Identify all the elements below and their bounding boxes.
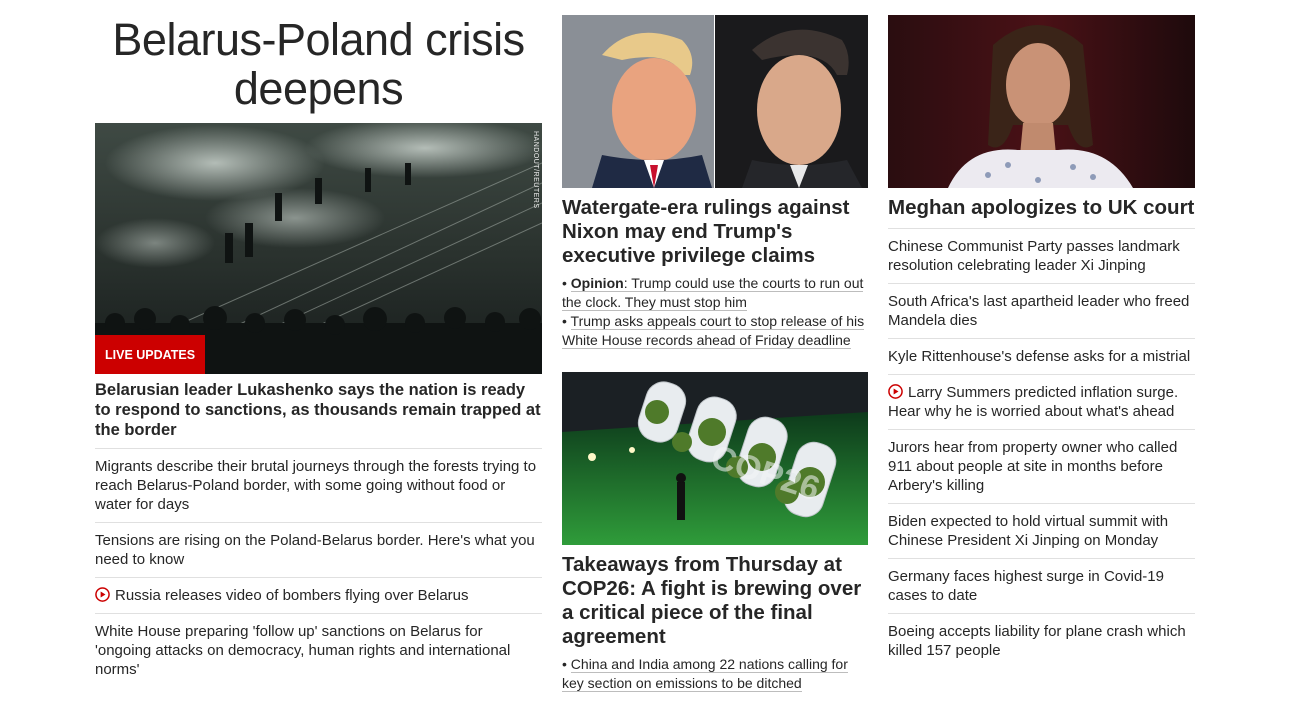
story-link[interactable]: Chinese Communist Party passes landmark … [888, 238, 1180, 274]
story-link[interactable]: White House preparing 'follow up' sancti… [95, 623, 510, 678]
list-item[interactable]: White House preparing 'follow up' sancti… [95, 614, 542, 687]
list-item[interactable]: Larry Summers predicted inflation surge.… [888, 375, 1195, 430]
lead-column: Belarus-Poland crisis deepens HANDOUT/RE… [95, 0, 542, 687]
right-column: Meghan apologizes to UK court Chinese Co… [888, 0, 1195, 668]
cop26-headline[interactable]: Takeaways from Thursday at COP26: A figh… [562, 545, 868, 649]
story-link[interactable]: Kyle Rittenhouse's defense asks for a mi… [888, 348, 1190, 365]
trump-nixon-photo[interactable] [562, 15, 868, 188]
banner-headline[interactable]: Belarus-Poland crisis deepens [95, 0, 542, 123]
list-item[interactable]: Germany faces highest surge in Covid-19 … [888, 559, 1195, 614]
middle-column: Watergate-era rulings against Nixon may … [562, 0, 868, 693]
story-link[interactable]: Boeing accepts liability for plane crash… [888, 623, 1186, 659]
related-link[interactable]: • Opinion: Trump could use the courts to… [562, 274, 868, 312]
live-updates-badge[interactable]: LIVE UPDATES [95, 335, 206, 374]
watergate-related-list: • Opinion: Trump could use the courts to… [562, 274, 868, 350]
list-item[interactable]: Russia releases video of bombers flying … [95, 578, 542, 614]
watergate-headline[interactable]: Watergate-era rulings against Nixon may … [562, 188, 868, 268]
story-link[interactable]: Tensions are rising on the Poland-Belaru… [95, 532, 535, 568]
story-link[interactable]: Biden expected to hold virtual summit wi… [888, 513, 1168, 549]
lead-story-list: Migrants describe their brutal journeys … [95, 449, 542, 687]
list-item[interactable]: Boeing accepts liability for plane crash… [888, 614, 1195, 668]
list-item[interactable]: South Africa's last apartheid leader who… [888, 284, 1195, 339]
opinion-label: Opinion [570, 275, 624, 291]
list-item[interactable]: Tensions are rising on the Poland-Belaru… [95, 523, 542, 578]
photo-credit: HANDOUT/REUTERS [532, 131, 539, 209]
related-link[interactable]: • Trump asks appeals court to stop relea… [562, 312, 868, 350]
cop26-photo[interactable]: COP26 [562, 372, 868, 545]
related-link[interactable]: • China and India among 22 nations calli… [562, 655, 868, 693]
story-link[interactable]: Larry Summers predicted inflation surge.… [888, 384, 1178, 420]
right-story-list: Chinese Communist Party passes landmark … [888, 229, 1195, 668]
story-link[interactable]: Migrants describe their brutal journeys … [95, 458, 536, 513]
lead-headline[interactable]: Belarusian leader Lukashenko says the na… [95, 374, 542, 449]
story-link[interactable]: Germany faces highest surge in Covid-19 … [888, 568, 1164, 604]
list-item[interactable]: Kyle Rittenhouse's defense asks for a mi… [888, 339, 1195, 375]
cop26-related-list: • China and India among 22 nations calli… [562, 655, 868, 693]
border-crisis-photo[interactable]: HANDOUT/REUTERS LIVE UPDATES [95, 123, 542, 374]
story-link[interactable]: Jurors hear from property owner who call… [888, 439, 1177, 494]
list-item[interactable]: Migrants describe their brutal journeys … [95, 449, 542, 523]
list-item[interactable]: Chinese Communist Party passes landmark … [888, 229, 1195, 284]
meghan-headline[interactable]: Meghan apologizes to UK court [888, 188, 1195, 229]
list-item[interactable]: Biden expected to hold virtual summit wi… [888, 504, 1195, 559]
story-link[interactable]: South Africa's last apartheid leader who… [888, 293, 1189, 329]
story-link[interactable]: Russia releases video of bombers flying … [115, 587, 469, 604]
list-item[interactable]: Jurors hear from property owner who call… [888, 430, 1195, 504]
meghan-photo[interactable] [888, 15, 1195, 188]
play-video-icon [95, 587, 110, 602]
play-video-icon [888, 384, 903, 399]
